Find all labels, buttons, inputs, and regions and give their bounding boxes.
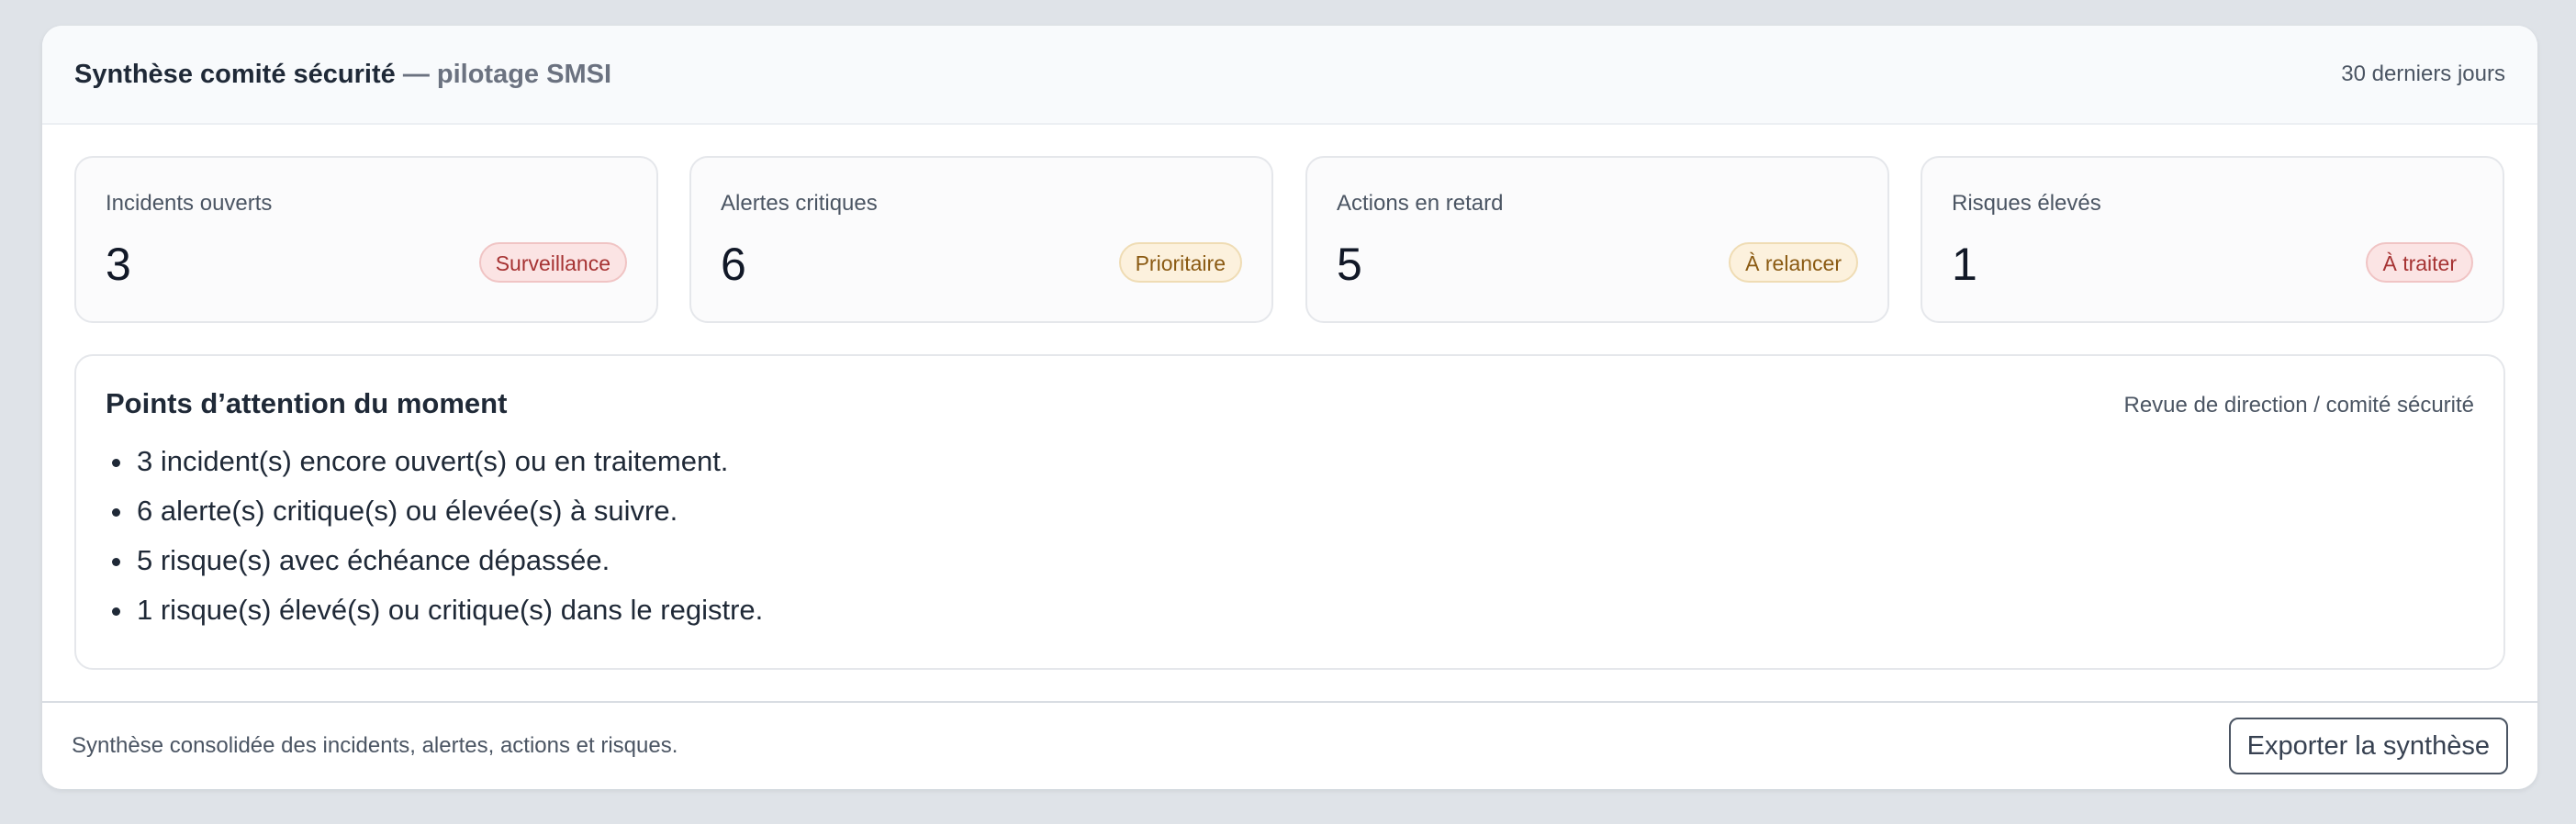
status-badge: Prioritaire [1118,242,1242,283]
security-committee-summary-card: Synthèse comité sécurité — pilotage SMSI… [42,26,2537,789]
list-item: 1 risque(s) élevé(s) ou critique(s) dans… [135,585,763,635]
footer-note: Synthèse consolidée des incidents, alert… [72,733,678,758]
kpi-value: 6 [721,239,746,290]
kpi-label: Incidents ouverts [106,191,273,216]
period-label: 30 derniers jours [2341,61,2505,86]
kpi-label: Actions en retard [1337,191,1504,216]
attention-context: Revue de direction / comité sécurité [2123,393,2474,418]
status-badge: À traiter [2366,242,2473,283]
title-main: Synthèse comité sécurité [74,60,396,89]
list-item: 3 incident(s) encore ouvert(s) ou en tra… [135,437,763,486]
kpi-card-actions: Actions en retard 5 À relancer [1305,156,1889,323]
title-subtitle: — pilotage SMSI [395,60,612,89]
kpi-value: 5 [1337,239,1362,290]
status-badge: Surveillance [478,242,627,283]
kpi-value: 1 [1952,239,1977,290]
status-badge: À relancer [1729,242,1858,283]
card-footer: Synthèse consolidée des incidents, alert… [42,701,2537,789]
attention-title: Points d’attention du moment [106,387,508,419]
kpi-card-incidents: Incidents ouverts 3 Surveillance [74,156,658,323]
kpi-label: Risques élevés [1952,191,2101,216]
attention-panel: Points d’attention du moment Revue de di… [74,354,2505,670]
attention-list: 3 incident(s) encore ouvert(s) ou en tra… [106,437,763,635]
kpi-card-alerts: Alertes critiques 6 Prioritaire [689,156,1273,323]
list-item: 5 risque(s) avec échéance dépassée. [135,536,763,585]
list-item: 6 alerte(s) critique(s) ou élevée(s) à s… [135,486,763,536]
export-summary-button[interactable]: Exporter la synthèse [2228,718,2508,774]
kpi-card-risks: Risques élevés 1 À traiter [1921,156,2504,323]
page-title: Synthèse comité sécurité — pilotage SMSI [74,26,611,123]
card-header: Synthèse comité sécurité — pilotage SMSI… [42,26,2537,125]
kpi-value: 3 [106,239,131,290]
kpi-label: Alertes critiques [721,191,878,216]
